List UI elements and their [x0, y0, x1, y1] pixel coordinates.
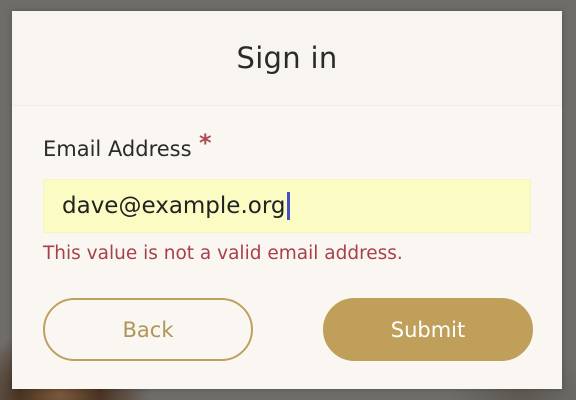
validation-error-message: This value is not a valid email address. [43, 243, 403, 264]
submit-button-label: Submit [390, 317, 466, 342]
sign-in-dialog: Sign in Email Address * dave@example.org… [12, 11, 562, 389]
dialog-header: Sign in [12, 11, 562, 106]
required-marker: * [199, 129, 212, 157]
dialog-title: Sign in [236, 41, 338, 75]
email-label: Email Address [43, 137, 192, 161]
email-field-value: dave@example.org [62, 193, 286, 219]
back-button[interactable]: Back [43, 298, 253, 361]
email-field[interactable]: dave@example.org [43, 179, 531, 233]
back-button-label: Back [122, 317, 174, 342]
submit-button[interactable]: Submit [323, 298, 533, 361]
text-cursor [286, 192, 290, 220]
